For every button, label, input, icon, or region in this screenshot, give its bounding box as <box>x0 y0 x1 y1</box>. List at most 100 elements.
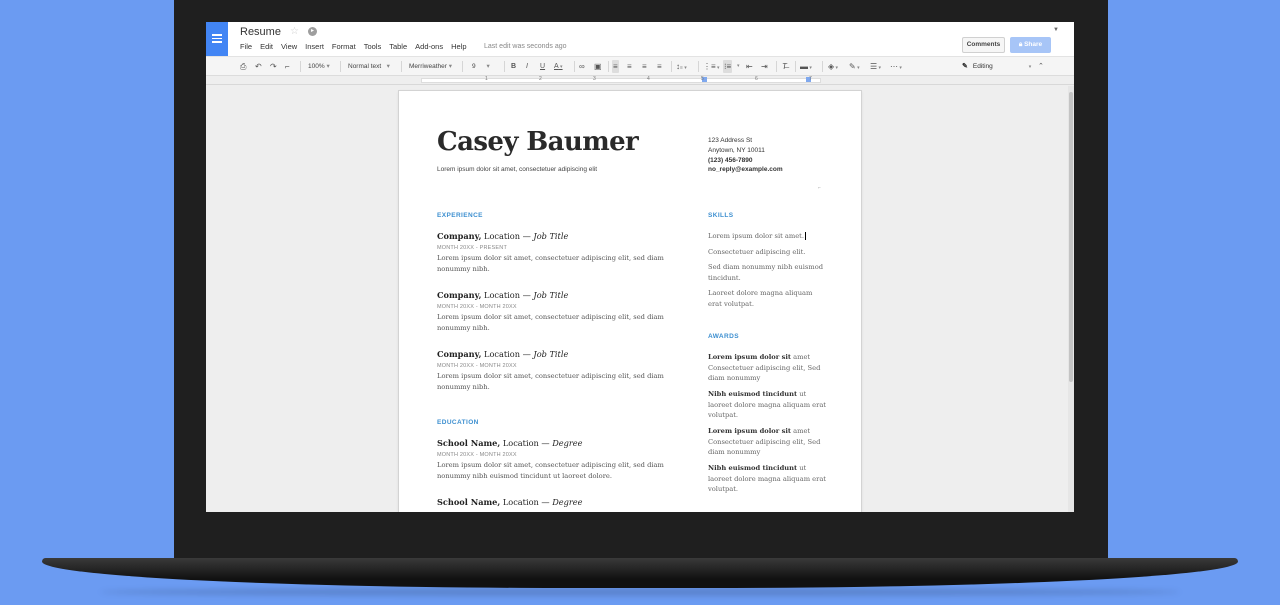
editing-mode-select[interactable]: ✎ Editing ▾ <box>962 60 1031 74</box>
border-color-icon[interactable]: ✎ ▾ <box>849 60 860 73</box>
share-button[interactable]: 🔒︎ Share <box>1010 37 1051 53</box>
laptop-shadow <box>100 588 1180 596</box>
text-color-icon[interactable]: A ▾ <box>554 60 563 73</box>
menu-tools[interactable]: Tools <box>364 42 382 51</box>
resume-tagline[interactable]: Lorem ipsum dolor sit amet, consectetuer… <box>437 166 597 173</box>
underline-icon[interactable]: U <box>540 60 545 73</box>
collapse-icon[interactable]: ⌃ <box>1038 60 1044 73</box>
school-degree: Degree <box>552 438 583 448</box>
award-item[interactable]: Lorem ipsum dolor sit amet Consectetuer … <box>708 426 828 458</box>
laptop-base <box>42 558 1238 588</box>
justify-icon[interactable]: ≡ <box>657 60 662 73</box>
skill-item[interactable]: Laoreet dolore magna aliquam erat volutp… <box>708 288 828 309</box>
contact-city: Anytown, NY 10011 <box>708 146 765 154</box>
style-value: Normal text <box>348 63 382 70</box>
skill-item[interactable]: Lorem ipsum dolor sit amet. <box>708 231 828 242</box>
italic-icon[interactable]: I <box>526 60 528 73</box>
award-item[interactable]: Lorem ipsum dolor sit amet Consectetuer … <box>708 352 828 384</box>
job-title: Job Title <box>533 290 569 300</box>
job-location: Location — <box>481 349 534 359</box>
contact-block[interactable]: 123 Address St Anytown, NY 10011 (123) 4… <box>708 136 783 175</box>
menu-addons[interactable]: Add-ons <box>415 42 443 51</box>
award-item[interactable]: Nibh euismod tincidunt ut laoreet dolore… <box>708 463 828 495</box>
screen: Resume ☆ ▸ File Edit View Insert Format … <box>206 22 1074 512</box>
ruler: 1 2 3 4 5 6 7 <box>206 76 1074 85</box>
menu-file[interactable]: File <box>240 42 252 51</box>
undo-icon[interactable]: ↶ <box>255 60 262 73</box>
bulleted-list-caret[interactable]: ▾ <box>737 60 740 73</box>
school-entry[interactable]: School Name, Location — Degree <box>437 497 677 507</box>
font-select[interactable]: Merriweather ▾ <box>409 60 452 73</box>
comment-icon[interactable]: ▣ <box>594 60 602 73</box>
menu-table[interactable]: Table <box>389 42 407 51</box>
job-entry[interactable]: Company, Location — Job Title MONTH 20XX… <box>437 290 677 334</box>
fill-color-icon[interactable]: ◈ ▾ <box>828 60 838 73</box>
editing-mode-value: Editing <box>972 63 993 70</box>
job-description: Lorem ipsum dolor sit amet, consectetuer… <box>437 254 664 273</box>
bold-icon[interactable]: B <box>511 60 516 73</box>
job-heading: Company, Location — Job Title <box>437 290 677 300</box>
menu-format[interactable]: Format <box>332 42 356 51</box>
toolbar-divider <box>504 61 505 72</box>
align-right-icon[interactable]: ≡ <box>642 60 647 73</box>
border-dash-icon[interactable]: ⋯ ▾ <box>890 60 902 73</box>
account-caret-icon[interactable]: ▼ <box>1053 27 1059 33</box>
link-icon[interactable]: ∞ <box>579 60 585 73</box>
skill-item[interactable]: Sed diam nonummy nibh euismod tincidunt. <box>708 262 828 283</box>
zoom-select[interactable]: 100% ▾ <box>308 60 330 73</box>
keyboard-icon[interactable]: ▬ ▾ <box>800 60 812 73</box>
job-description: Lorem ipsum dolor sit amet, consectetuer… <box>437 313 664 332</box>
scrollbar-thumb[interactable] <box>1069 92 1073 382</box>
skill-item[interactable]: Consectetuer adipiscing elit. <box>708 247 828 258</box>
font-size-value: 9 <box>472 63 476 70</box>
school-description: Lorem ipsum dolor sit amet, consectetuer… <box>437 461 664 480</box>
line-spacing-icon[interactable]: ↕≡ ▾ <box>676 60 687 73</box>
school-entry[interactable]: School Name, Location — Degree MONTH 20X… <box>437 438 677 482</box>
align-left-icon[interactable]: ≡ <box>612 60 619 73</box>
ruler-number: 2 <box>539 76 542 82</box>
job-entry[interactable]: Company, Location — Job Title MONTH 20XX… <box>437 231 677 275</box>
menu-edit[interactable]: Edit <box>260 42 273 51</box>
education-heading[interactable]: EDUCATION <box>437 419 479 426</box>
style-select[interactable]: Normal text ▾ <box>348 60 390 73</box>
awards-heading[interactable]: AWARDS <box>708 333 739 340</box>
ruler-number: 6 <box>755 76 758 82</box>
align-center-icon[interactable]: ≡ <box>627 60 632 73</box>
font-size-select[interactable]: 9 ▾ <box>472 60 490 73</box>
toolbar-divider <box>300 61 301 72</box>
clear-formatting-icon[interactable]: T̶ <box>782 60 787 73</box>
folder-icon[interactable]: ▸ <box>308 27 317 36</box>
menu-help[interactable]: Help <box>451 42 466 51</box>
indent-decrease-icon[interactable]: ⇤ <box>746 60 753 73</box>
menu-view[interactable]: View <box>281 42 297 51</box>
menu-insert[interactable]: Insert <box>305 42 324 51</box>
job-title: Job Title <box>533 231 569 241</box>
redo-icon[interactable]: ↷ <box>270 60 277 73</box>
comments-button[interactable]: Comments <box>962 37 1005 53</box>
toolbar-divider <box>462 61 463 72</box>
vertical-scrollbar[interactable] <box>1068 86 1074 512</box>
border-weight-icon[interactable]: ☰ ▾ <box>870 60 881 73</box>
toolbar-divider <box>671 61 672 72</box>
resume-name[interactable]: Casey Baumer <box>437 127 639 157</box>
toolbar-divider <box>608 61 609 72</box>
school-degree: Degree <box>552 497 583 507</box>
award-item[interactable]: Nibh euismod tincidunt ut laoreet dolore… <box>708 389 828 421</box>
skills-heading[interactable]: SKILLS <box>708 212 734 219</box>
experience-heading[interactable]: EXPERIENCE <box>437 212 483 219</box>
docs-logo-icon[interactable] <box>206 22 228 56</box>
numbered-list-icon[interactable]: ⋮≡ ▾ <box>703 60 720 73</box>
award-bold: Lorem ipsum dolor sit <box>708 353 791 361</box>
document-title[interactable]: Resume <box>240 26 281 38</box>
star-icon[interactable]: ☆ <box>290 26 299 37</box>
pencil-icon: ✎ <box>962 63 968 70</box>
bulleted-list-icon[interactable]: ⁝≡ <box>723 60 733 73</box>
paint-format-icon[interactable]: ⌐ <box>285 60 290 73</box>
award-bold: Nibh euismod tincidunt <box>708 390 798 398</box>
anchor-marker: ⌐ <box>818 185 821 191</box>
last-edit-status[interactable]: Last edit was seconds ago <box>484 43 567 50</box>
document-page[interactable]: Casey Baumer Lorem ipsum dolor sit amet,… <box>399 91 861 512</box>
indent-increase-icon[interactable]: ⇥ <box>761 60 768 73</box>
print-icon[interactable]: ⎙ <box>240 60 246 73</box>
job-entry[interactable]: Company, Location — Job Title MONTH 20XX… <box>437 349 677 393</box>
